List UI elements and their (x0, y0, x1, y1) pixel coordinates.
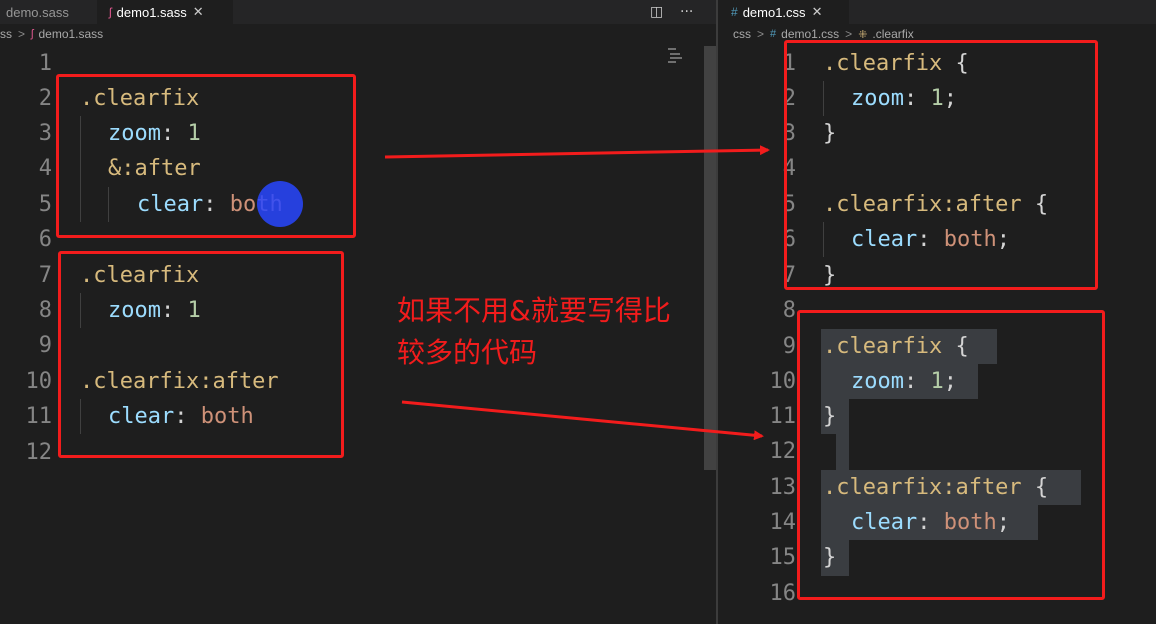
arrow-right-icon (401, 400, 764, 441)
annotation-arrows (384, 145, 770, 441)
arrow-right-icon (384, 145, 770, 159)
